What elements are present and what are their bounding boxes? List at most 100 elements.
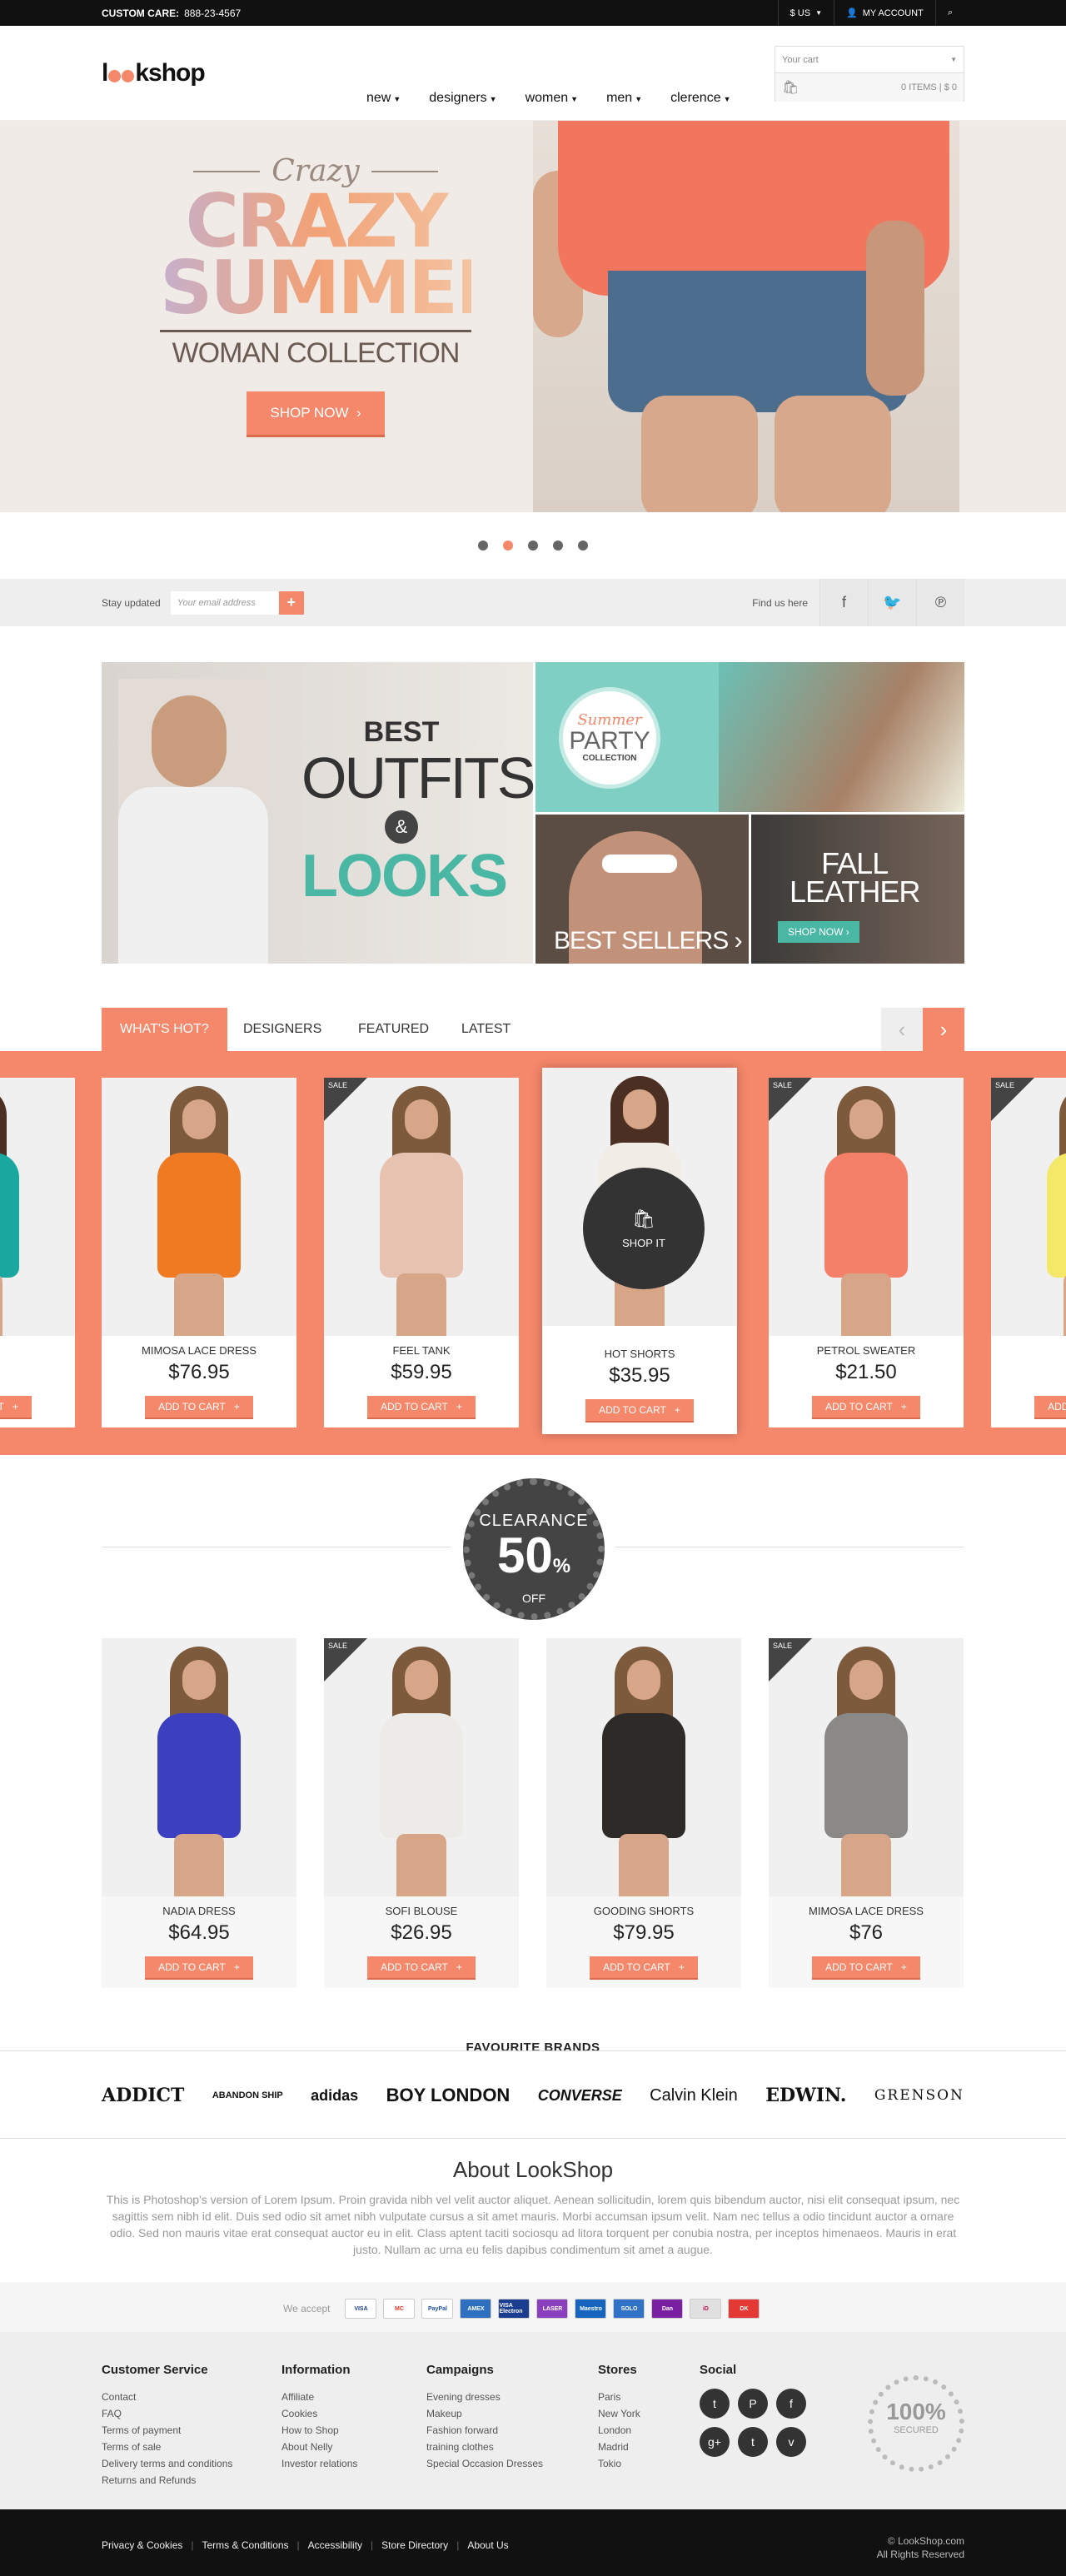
tab-designers[interactable]: DESIGNERS (225, 1008, 340, 1051)
brand-grenson[interactable]: GRENSON (874, 2087, 964, 2104)
carousel-next-button[interactable]: › (923, 1008, 964, 1051)
brand-abandon-ship[interactable]: ABANDON SHIP (212, 2090, 283, 2100)
footer-link[interactable]: Affiliate (281, 2389, 357, 2405)
product-card[interactable]: GOODING SHORTS $79.95 ADD TO CART + (546, 1638, 741, 1988)
brand-adidas[interactable]: adidas (311, 2087, 358, 2105)
footer-link[interactable]: About Nelly (281, 2439, 357, 2455)
footer-link[interactable]: Investor relations (281, 2455, 357, 2472)
footer-link[interactable]: FAQ (102, 2405, 232, 2422)
product-card[interactable]: TOP ADD TO CART+ (0, 1078, 75, 1428)
bottom-link[interactable]: Terms & Conditions (202, 2539, 289, 2551)
footer-link[interactable]: New York (598, 2405, 640, 2422)
banner-best-sellers[interactable]: BEST SELLERS › (535, 815, 749, 964)
add-to-cart-button[interactable]: ADD TO CART+ (812, 1396, 920, 1419)
footer-link[interactable]: Fashion forward (426, 2422, 543, 2439)
product-name[interactable]: MIMOSA LACE DRESS (769, 1905, 964, 1917)
add-to-cart-button[interactable]: ADD TO CART+ (585, 1399, 694, 1423)
nav-item-women[interactable]: women ▼ (526, 91, 579, 106)
footer-link[interactable]: Madrid (598, 2439, 640, 2455)
product-card[interactable]: SALE NIC ADD TO CART+ (991, 1078, 1066, 1428)
slider-dot[interactable] (553, 541, 563, 551)
slider-dot[interactable] (478, 541, 488, 551)
facebook-icon[interactable]: f (776, 2389, 806, 2419)
bottom-link[interactable]: Privacy & Cookies (102, 2539, 182, 2551)
bottom-link[interactable]: Store Directory (381, 2539, 448, 2551)
add-to-cart-button[interactable]: ADD TO CART+ (367, 1956, 476, 1980)
product-name[interactable]: NADIA DRESS (102, 1905, 296, 1917)
add-to-cart-button[interactable]: ADD TO CART+ (0, 1396, 32, 1419)
footer-link[interactable]: Special Occasion Dresses (426, 2455, 543, 2472)
add-to-cart-button[interactable]: ADD TO CART+ (1034, 1396, 1066, 1419)
banner-summer-party[interactable]: Summer PARTY COLLECTION (535, 662, 964, 812)
product-image[interactable] (102, 1078, 296, 1336)
product-card[interactable]: MIMOSA LACE DRESS $76.95 ADD TO CART + (102, 1078, 296, 1428)
footer-link[interactable]: Delivery terms and conditions (102, 2455, 232, 2472)
product-image[interactable] (102, 1638, 296, 1896)
tab-featured[interactable]: FEATURED (340, 1008, 447, 1051)
footer-link[interactable]: Returns and Refunds (102, 2472, 232, 2489)
brand-edwin[interactable]: EDWIN. (765, 2085, 846, 2106)
product-name[interactable]: GOODING SHORTS (546, 1905, 741, 1917)
bottom-link[interactable]: Accessibility (308, 2539, 362, 2551)
footer-link[interactable]: Tokio (598, 2455, 640, 2472)
tab-latest[interactable]: LATEST (443, 1008, 529, 1051)
add-to-cart-button[interactable]: ADD TO CART+ (590, 1956, 698, 1980)
footer-link[interactable]: Terms of payment (102, 2422, 232, 2439)
tumblr-icon[interactable]: t (738, 2427, 768, 2457)
google-plus-icon[interactable]: g+ (700, 2427, 730, 2457)
product-card[interactable]: SALE FEEL TANK $59.95 ADD TO CART + (324, 1078, 519, 1428)
product-name[interactable]: NIC (991, 1344, 1066, 1357)
product-card[interactable]: SALE PETROL SWEATER $21.50 ADD TO CART + (769, 1078, 964, 1428)
footer-link[interactable]: How to Shop (281, 2422, 357, 2439)
add-to-cart-button[interactable]: ADD TO CART+ (812, 1956, 920, 1980)
footer-link[interactable]: Terms of sale (102, 2439, 232, 2455)
product-image[interactable] (546, 1638, 741, 1896)
product-name[interactable]: SOFI BLOUSE (324, 1905, 519, 1917)
footer-link[interactable]: Cookies (281, 2405, 357, 2422)
carousel-prev-button[interactable]: ‹ (881, 1008, 923, 1051)
product-image[interactable] (0, 1078, 75, 1336)
product-card[interactable]: SALE SOFI BLOUSE $26.95 ADD TO CART + (324, 1638, 519, 1988)
banner-outfits[interactable]: BEST OUTFITS & LOOKS (102, 662, 535, 964)
footer-link[interactable]: training clothes (426, 2439, 543, 2455)
email-field[interactable]: Your email address (170, 590, 279, 615)
twitter-icon[interactable]: 🐦 (868, 579, 916, 626)
currency-selector[interactable]: $ US ▼ (777, 0, 834, 26)
facebook-icon[interactable]: f (819, 579, 868, 626)
brand-boy-london[interactable]: BOY LONDON (386, 2085, 511, 2106)
shop-it-button[interactable]: 🛍 SHOP IT (583, 1168, 705, 1289)
product-name[interactable]: HOT SHORTS (542, 1348, 737, 1360)
tab-whats-hot[interactable]: WHAT'S HOT? (102, 1008, 227, 1051)
add-to-cart-button[interactable]: ADD TO CART+ (145, 1956, 253, 1980)
pinterest-icon[interactable]: P (738, 2389, 768, 2419)
twitter-icon[interactable]: t (700, 2389, 730, 2419)
nav-item-men[interactable]: men ▼ (606, 91, 642, 106)
logo[interactable]: l kshop (102, 59, 206, 87)
nav-item-designers[interactable]: designers ▼ (429, 91, 496, 106)
search-button[interactable]: ⌕ (934, 0, 964, 26)
product-name[interactable]: TOP (0, 1344, 75, 1357)
hero-shop-now-button[interactable]: SHOP NOW › (247, 391, 385, 437)
product-card[interactable]: SALE MIMOSA LACE DRESS $76 ADD TO CART + (769, 1638, 964, 1988)
product-name[interactable]: PETROL SWEATER (769, 1344, 964, 1357)
brand-calvin-klein[interactable]: Calvin Klein (650, 2086, 738, 2105)
cart-widget[interactable]: Your cart ▼ 🛍 0 ITEMS | $ 0 (775, 46, 964, 102)
slider-dot-active[interactable] (503, 541, 513, 551)
subscribe-button[interactable]: + (278, 590, 304, 615)
my-account-link[interactable]: 👤 MY ACCOUNT (833, 0, 935, 26)
nav-item-clerence[interactable]: clerence ▼ (670, 91, 730, 106)
nav-item-new[interactable]: new ▼ (366, 91, 401, 106)
footer-link[interactable]: Evening dresses (426, 2389, 543, 2405)
footer-link[interactable]: Contact (102, 2389, 232, 2405)
add-to-cart-button[interactable]: ADD TO CART+ (367, 1396, 476, 1419)
slider-dot[interactable] (578, 541, 588, 551)
add-to-cart-button[interactable]: ADD TO CART+ (145, 1396, 253, 1419)
brand-addict[interactable]: ADDICT (102, 2085, 184, 2106)
product-name[interactable]: MIMOSA LACE DRESS (102, 1344, 296, 1357)
fall-shop-now-button[interactable]: SHOP NOW › (778, 921, 859, 943)
footer-link[interactable]: Paris (598, 2389, 640, 2405)
product-name[interactable]: FEEL TANK (324, 1344, 519, 1357)
banner-fall-leather[interactable]: FALL LEATHER SHOP NOW › (751, 815, 964, 964)
pinterest-icon[interactable]: ℗ (916, 579, 964, 626)
vimeo-icon[interactable]: v (776, 2427, 806, 2457)
